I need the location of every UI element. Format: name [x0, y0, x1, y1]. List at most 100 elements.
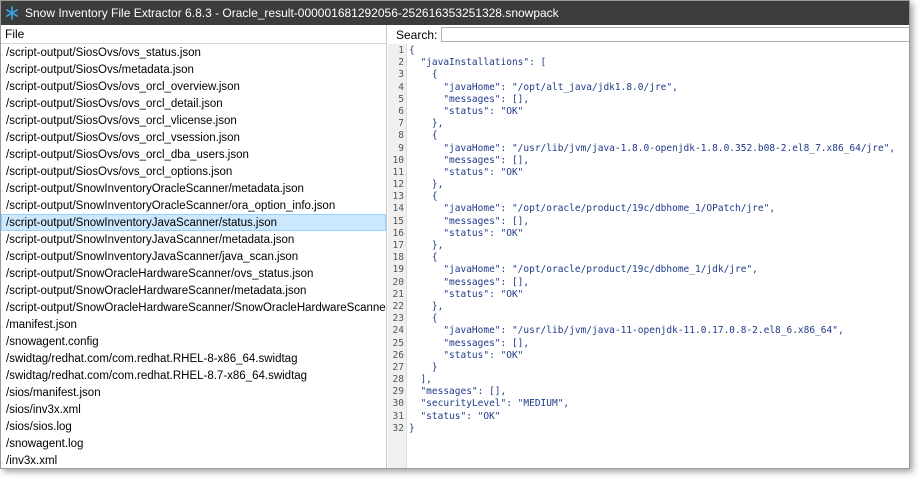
line-number: 16	[392, 227, 404, 239]
code-line: "status": "OK"	[409, 227, 524, 239]
code-content[interactable]: { "javaInstallations": [ { "javaHome": "…	[407, 44, 909, 468]
line-number: 13	[392, 191, 404, 203]
code-line: "status": "OK"	[409, 410, 501, 422]
code-line: "status": "OK"	[409, 166, 524, 178]
line-number: 20	[392, 276, 404, 288]
line-number: 22	[392, 300, 404, 312]
line-number: 11	[392, 166, 404, 178]
file-list-item[interactable]: /script-output/SnowOracleHardwareScanner…	[1, 299, 386, 316]
file-list-item[interactable]: /swidtag/redhat.com/com.redhat.RHEL-8-x8…	[1, 350, 386, 367]
file-list-item[interactable]: /script-output/SiosOvs/ovs_orcl_options.…	[1, 163, 386, 180]
code-line: "messages": [],	[409, 154, 530, 166]
line-number: 32	[392, 422, 404, 434]
line-number: 29	[392, 386, 404, 398]
code-line: "status": "OK"	[409, 288, 524, 300]
code-line: {	[409, 69, 438, 81]
line-number: 6	[398, 105, 404, 117]
code-line: },	[409, 118, 444, 130]
file-list-item[interactable]: /script-output/SiosOvs/ovs_orcl_detail.j…	[1, 95, 386, 112]
line-number: 27	[392, 361, 404, 373]
line-number: 4	[398, 81, 404, 93]
code-line: "javaHome": "/usr/lib/jvm/java-1.8.0-ope…	[409, 142, 896, 154]
line-number-gutter: 1 2 3 4 5 6 7 8 9 10 11 12 13 14 15 16 17 18 19 20 21 22 23 24 2…	[388, 44, 407, 468]
line-number: 7	[398, 118, 404, 130]
line-number: 1	[398, 45, 404, 56]
line-number: 3	[398, 69, 404, 81]
search-label: Search:	[396, 27, 438, 42]
code-line: {	[409, 130, 438, 142]
file-list-item[interactable]: /script-output/SiosOvs/ovs_orcl_dba_user…	[1, 146, 386, 163]
code-line: "messages": [],	[409, 215, 530, 227]
file-list-item[interactable]: /script-output/SnowInventoryOracleScanne…	[1, 197, 386, 214]
line-number: 17	[392, 240, 404, 251]
line-number: 24	[392, 325, 404, 337]
line-number: 8	[398, 130, 404, 142]
code-line: "javaHome": "/opt/oracle/product/19c/dbh…	[409, 203, 776, 215]
file-column-header[interactable]: File	[1, 25, 386, 44]
app-window: Snow Inventory File Extractor 6.8.3 - Or…	[0, 0, 910, 469]
file-list-item[interactable]: /script-output/SiosOvs/ovs_status.json	[1, 44, 386, 61]
file-list-item[interactable]: /sios/sios.log	[1, 418, 386, 435]
code-line: {	[409, 252, 438, 264]
code-line: "messages": [],	[409, 386, 507, 398]
line-number: 28	[392, 374, 404, 386]
search-input[interactable]	[441, 27, 909, 42]
file-list-item[interactable]: /snowagent.config	[1, 333, 386, 350]
file-list-item[interactable]: /script-output/SnowInventoryJavaScanner/…	[1, 231, 386, 248]
file-pane: File /script-output/SiosOvs/ovs_status.j…	[1, 25, 387, 468]
file-list-item[interactable]: /sios/inv3x.xml	[1, 401, 386, 418]
line-number: 10	[392, 154, 404, 166]
line-number: 15	[392, 215, 404, 227]
file-list-item[interactable]: /script-output/SnowOracleHardwareScanner…	[1, 265, 386, 282]
code-line: {	[409, 191, 438, 203]
code-line: "javaInstallations": [	[409, 57, 547, 69]
snowflake-icon	[1, 1, 23, 25]
file-list-item[interactable]: /script-output/SnowInventoryOracleScanne…	[1, 180, 386, 197]
file-list-item[interactable]: /script-output/SiosOvs/ovs_orcl_vsession…	[1, 129, 386, 146]
line-number: 14	[392, 203, 404, 215]
code-line: "status": "OK"	[409, 349, 524, 361]
line-number: 12	[392, 179, 404, 191]
file-list-item[interactable]: /script-output/SiosOvs/ovs_orcl_overview…	[1, 78, 386, 95]
code-line: "status": "OK"	[409, 105, 524, 117]
file-list: /script-output/SiosOvs/ovs_status.json/s…	[1, 44, 386, 468]
search-row: Search:	[388, 25, 909, 44]
code-line: ],	[409, 374, 432, 386]
file-list-item[interactable]: /script-output/SnowInventoryJavaScanner/…	[1, 248, 386, 265]
file-list-item[interactable]: /snowagent.log	[1, 435, 386, 452]
code-line: "messages": [],	[409, 93, 530, 105]
line-number: 9	[398, 142, 404, 154]
file-list-item[interactable]: /sios/manifest.json	[1, 384, 386, 401]
code-line: "messages": [],	[409, 337, 530, 349]
file-list-item[interactable]: /script-output/SiosOvs/ovs_orcl_vlicense…	[1, 112, 386, 129]
code-line: {	[409, 313, 438, 325]
title-bar: Snow Inventory File Extractor 6.8.3 - Or…	[1, 1, 909, 25]
viewer-pane: Search: 1 2 3 4 5 6 7 8 9 10 11 12 13 14 15 16 17 18 19 20 2…	[388, 25, 909, 468]
code-line: "javaHome": "/opt/oracle/product/19c/dbh…	[409, 264, 758, 276]
file-list-item[interactable]: /script-output/SnowInventoryJavaScanner/…	[1, 214, 386, 231]
code-line: "javaHome": "/opt/alt_java/jdk1.8.0/jre"…	[409, 81, 678, 93]
code-line: },	[409, 240, 444, 251]
file-list-item[interactable]: /script-output/SiosOvs/metadata.json	[1, 61, 386, 78]
line-number: 18	[392, 252, 404, 264]
line-number: 26	[392, 349, 404, 361]
code-line: {	[409, 45, 415, 56]
line-number: 19	[392, 264, 404, 276]
file-list-item[interactable]: /manifest.json	[1, 316, 386, 333]
file-list-item[interactable]: /script-output/SnowOracleHardwareScanner…	[1, 282, 386, 299]
line-number: 30	[392, 398, 404, 410]
code-line: "securityLevel": "MEDIUM",	[409, 398, 570, 410]
line-number: 21	[392, 288, 404, 300]
file-list-item[interactable]: /swidtag/redhat.com/com.redhat.RHEL-8.7-…	[1, 367, 386, 384]
code-line: "messages": [],	[409, 276, 530, 288]
code-line: }	[409, 422, 415, 434]
code-line: },	[409, 300, 444, 312]
file-list-item[interactable]: /inv3x.xml	[1, 452, 386, 468]
line-number: 25	[392, 337, 404, 349]
line-number: 31	[392, 410, 404, 422]
code-line: }	[409, 361, 438, 373]
code-line: },	[409, 179, 444, 191]
code-viewer[interactable]: 1 2 3 4 5 6 7 8 9 10 11 12 13 14 15 16 17 18 19 20 21 22 23 24 2…	[388, 44, 909, 468]
window-title: Snow Inventory File Extractor 6.8.3 - Or…	[25, 6, 559, 20]
line-number: 2	[398, 57, 404, 69]
